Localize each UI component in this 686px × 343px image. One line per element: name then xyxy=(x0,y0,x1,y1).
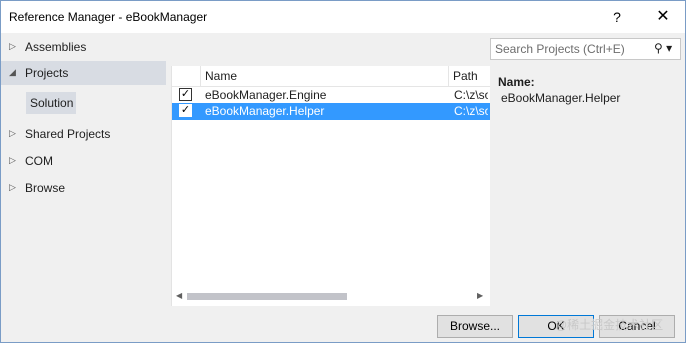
expand-arrow-icon[interactable]: ▷ xyxy=(9,128,16,139)
nav-item-assemblies[interactable]: ▷ Assemblies xyxy=(1,35,166,59)
watermark: @稀土掘金技术社区 xyxy=(555,318,664,332)
row-name: eBookManager.Engine xyxy=(205,88,327,102)
nav-item-label: Solution xyxy=(30,96,74,110)
nav-item-label: Browse xyxy=(25,181,66,195)
scroll-left-icon[interactable]: ◀ xyxy=(176,291,182,300)
column-header-path[interactable]: Path xyxy=(449,66,490,87)
title-bar: Reference Manager - eBookManager ? ✕ xyxy=(1,1,685,33)
nav-item-label: Projects xyxy=(25,66,69,80)
nav-item-projects[interactable]: ◢ Projects xyxy=(1,61,166,85)
column-header-check[interactable] xyxy=(172,66,201,87)
category-nav: ▷ Assemblies ◢ Projects Solution ▷ Share… xyxy=(1,33,166,309)
help-button[interactable]: ? xyxy=(595,1,639,33)
row-path: C:\z\so xyxy=(454,88,488,102)
row-path: C:\z\so xyxy=(454,104,488,118)
detail-name-value: eBookManager.Helper xyxy=(501,91,621,105)
row-checkbox[interactable]: ✓ xyxy=(179,104,192,117)
column-header-name[interactable]: Name xyxy=(201,66,449,87)
scrollbar-thumb[interactable] xyxy=(187,293,347,300)
list-row-selected[interactable]: ✓ eBookManager.Helper C:\z\so xyxy=(172,103,490,120)
project-list: Name Path ✓ eBookManager.Engine C:\z\so … xyxy=(171,66,490,306)
nav-item-solution[interactable]: Solution xyxy=(26,92,76,114)
horizontal-scrollbar[interactable]: ◀ ▶ xyxy=(172,288,490,305)
reference-manager-window: Reference Manager - eBookManager ? ✕ ▷ A… xyxy=(0,0,686,343)
nav-item-com[interactable]: ▷ COM xyxy=(1,149,166,173)
browse-button[interactable]: Browse... xyxy=(437,315,513,338)
row-name: eBookManager.Helper xyxy=(205,104,325,118)
expand-arrow-icon[interactable]: ▷ xyxy=(9,182,16,193)
search-box[interactable]: Search Projects (Ctrl+E) ⚲ ▾ xyxy=(490,38,681,60)
detail-name-label: Name: xyxy=(498,75,535,89)
scroll-right-icon[interactable]: ▶ xyxy=(477,291,483,300)
nav-item-label: Assemblies xyxy=(25,40,87,54)
collapse-arrow-icon[interactable]: ◢ xyxy=(9,67,16,78)
search-input[interactable]: Search Projects (Ctrl+E) xyxy=(495,42,625,56)
nav-item-browse[interactable]: ▷ Browse xyxy=(1,176,166,200)
expand-arrow-icon[interactable]: ▷ xyxy=(9,41,16,52)
window-title: Reference Manager - eBookManager xyxy=(9,10,208,24)
nav-item-shared-projects[interactable]: ▷ Shared Projects xyxy=(1,122,166,146)
list-row[interactable]: ✓ eBookManager.Engine C:\z\so xyxy=(172,87,490,104)
nav-item-label: Shared Projects xyxy=(25,127,111,141)
search-icon[interactable]: ⚲ ▾ xyxy=(654,41,672,55)
column-header-label: Name xyxy=(205,69,238,83)
column-header-label: Path xyxy=(453,69,478,83)
nav-item-label: COM xyxy=(25,154,53,168)
row-checkbox[interactable]: ✓ xyxy=(179,88,192,101)
close-button[interactable]: ✕ xyxy=(641,1,685,33)
expand-arrow-icon[interactable]: ▷ xyxy=(9,155,16,166)
